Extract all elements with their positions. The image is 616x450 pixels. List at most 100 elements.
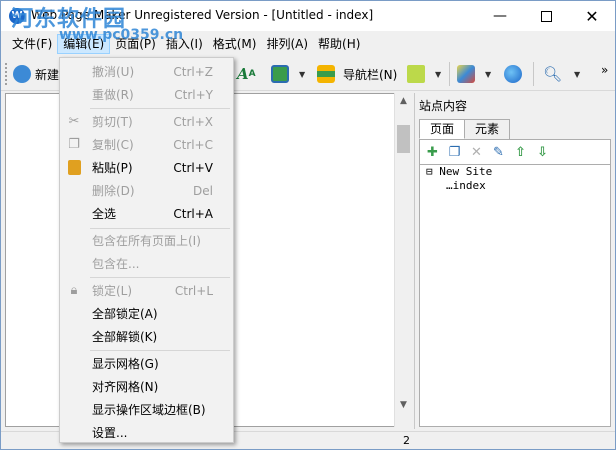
toolbar-separator-2 bbox=[533, 62, 534, 86]
move-up-icon[interactable]: ⇧ bbox=[512, 144, 529, 161]
menu-arrange[interactable]: 排列(A) bbox=[261, 34, 313, 54]
menu-item-shortcut: Ctrl+L bbox=[174, 284, 213, 298]
shape-icon bbox=[407, 65, 425, 83]
menu-item-snap-to-grid[interactable]: 对齐网格(N) bbox=[60, 376, 233, 398]
scroll-up-icon[interactable]: ▲ bbox=[395, 93, 412, 110]
copy-icon: ❐ bbox=[68, 137, 80, 152]
tree-collapse-icon[interactable]: ⊟ bbox=[426, 165, 433, 178]
zoom-dropdown-icon[interactable]: ▼ bbox=[574, 70, 580, 79]
image-dropdown-icon[interactable]: ▼ bbox=[299, 70, 305, 79]
tree-page-label: index bbox=[452, 179, 486, 192]
page-properties-icon[interactable]: ✎ bbox=[490, 144, 507, 161]
menu-item-shortcut: Ctrl+Y bbox=[174, 88, 213, 102]
menu-separator bbox=[90, 350, 230, 351]
menu-item-settings[interactable]: 设置... bbox=[60, 422, 233, 444]
menu-item-include-in[interactable]: 包含在... bbox=[60, 253, 233, 275]
menu-item-label: 锁定(L) bbox=[92, 284, 133, 298]
zoom-icon: 🔍︎ bbox=[543, 65, 563, 83]
menu-item-shortcut: Ctrl+V bbox=[173, 161, 213, 175]
close-icon: ✕ bbox=[585, 6, 599, 26]
menu-item-label: 全部锁定(A) bbox=[92, 307, 158, 321]
color-dropdown-icon[interactable]: ▼ bbox=[485, 70, 491, 79]
menu-item-copy[interactable]: ❐ 复制(C) Ctrl+C bbox=[60, 134, 233, 156]
edit-menu-dropdown: 撤消(U) Ctrl+Z 重做(R) Ctrl+Y ✂ 剪切(T) Ctrl+X ❐ 复制… bbox=[59, 57, 234, 443]
toolbar-overflow-icon[interactable]: » bbox=[601, 59, 608, 81]
menu-file[interactable]: 文件(F) bbox=[7, 34, 57, 54]
menu-item-cut[interactable]: ✂ 剪切(T) Ctrl+X bbox=[60, 111, 233, 133]
menu-item-label: 全选 bbox=[92, 207, 117, 221]
shape-dropdown-icon[interactable]: ▼ bbox=[435, 70, 441, 79]
shape-button[interactable]: ▼ bbox=[407, 63, 441, 85]
new-button-label: 新建 bbox=[35, 67, 60, 82]
tab-pages[interactable]: 页面 bbox=[419, 119, 466, 139]
toolbar-separator bbox=[449, 62, 450, 86]
canvas-vertical-scrollbar[interactable]: ▲ ▼ bbox=[394, 93, 411, 427]
menu-item-shortcut: Ctrl+A bbox=[173, 207, 213, 221]
panel-title: 站点内容 bbox=[419, 99, 468, 113]
menu-item-undo[interactable]: 撤消(U) Ctrl+Z bbox=[60, 61, 233, 83]
move-down-icon[interactable]: ⇩ bbox=[534, 144, 551, 161]
publish-button[interactable] bbox=[504, 63, 522, 85]
menu-item-show-grid[interactable]: 显示网格(G) bbox=[60, 353, 233, 375]
maximize-button[interactable] bbox=[523, 1, 569, 31]
watermark-url: www.pc0359.cn bbox=[59, 27, 184, 43]
panel-toolbar: ✚ ❐ ✕ ✎ ⇧ ⇩ bbox=[419, 139, 611, 165]
menu-item-label: 设置... bbox=[92, 426, 128, 440]
menu-format[interactable]: 格式(M) bbox=[208, 34, 262, 54]
menu-item-select-all[interactable]: 全选 Ctrl+A bbox=[60, 203, 233, 225]
minimize-button[interactable]: — bbox=[477, 1, 523, 31]
menu-item-lock-all[interactable]: 全部锁定(A) bbox=[60, 303, 233, 325]
menu-item-label: 对齐网格(N) bbox=[92, 380, 159, 394]
menu-item-label: 撤消(U) bbox=[92, 65, 135, 79]
duplicate-page-icon[interactable]: ❐ bbox=[446, 144, 463, 161]
insert-image-button[interactable]: ▼ bbox=[271, 63, 305, 85]
menu-item-include-all-pages[interactable]: 包含在所有页面上(I) bbox=[60, 230, 233, 252]
menu-separator bbox=[90, 108, 230, 109]
tree-page-item[interactable]: …index bbox=[446, 179, 486, 192]
lock-icon: 🔒︎ bbox=[70, 283, 78, 298]
new-page-icon bbox=[13, 65, 31, 83]
tab-elements[interactable]: 元素 bbox=[465, 119, 511, 139]
delete-page-icon[interactable]: ✕ bbox=[468, 144, 485, 161]
new-button[interactable]: 新建 bbox=[13, 63, 59, 85]
menu-item-show-border[interactable]: 显示操作区域边框(B) bbox=[60, 399, 233, 421]
color-picker-button[interactable]: ▼ bbox=[457, 63, 491, 85]
menu-help[interactable]: 帮助(H) bbox=[313, 34, 365, 54]
color-picker-icon bbox=[457, 65, 475, 83]
navbar-button-label: 导航栏(N) bbox=[343, 67, 398, 82]
menu-item-label: 全部解锁(K) bbox=[92, 330, 158, 344]
paste-icon bbox=[68, 160, 81, 175]
menu-item-delete[interactable]: 删除(D) Del bbox=[60, 180, 233, 202]
add-page-icon[interactable]: ✚ bbox=[424, 144, 441, 161]
menu-item-shortcut: Del bbox=[193, 184, 213, 198]
image-icon bbox=[271, 65, 289, 83]
navbar-button[interactable]: 导航栏(N) bbox=[317, 63, 397, 85]
app-window: W Web Page Maker Unregistered Version - … bbox=[0, 0, 616, 450]
menu-item-label: 包含在所有页面上(I) bbox=[92, 234, 201, 248]
maximize-icon bbox=[540, 10, 552, 22]
menu-item-redo[interactable]: 重做(R) Ctrl+Y bbox=[60, 84, 233, 106]
menu-item-label: 显示网格(G) bbox=[92, 357, 159, 371]
menu-item-label: 显示操作区域边框(B) bbox=[92, 403, 206, 417]
menu-item-label: 剪切(T) bbox=[92, 115, 133, 129]
scroll-down-icon[interactable]: ▼ bbox=[395, 397, 412, 414]
minimize-icon: — bbox=[493, 8, 507, 24]
menu-item-unlock-all[interactable]: 全部解锁(K) bbox=[60, 326, 233, 348]
toolbar-grip[interactable] bbox=[5, 63, 9, 85]
menu-item-shortcut: Ctrl+C bbox=[173, 138, 213, 152]
panel-tabs: 页面 元素 bbox=[419, 119, 511, 139]
text-style-button[interactable]: AA bbox=[237, 63, 256, 85]
tree-root-item[interactable]: ⊟ New Site bbox=[426, 165, 492, 178]
menu-item-label: 粘贴(P) bbox=[92, 161, 133, 175]
site-tree: ⊟ New Site …index bbox=[419, 165, 611, 427]
menu-item-paste[interactable]: 粘贴(P) Ctrl+V bbox=[60, 157, 233, 179]
menu-item-label: 包含在... bbox=[92, 257, 140, 271]
menu-item-lock[interactable]: 🔒︎ 锁定(L) Ctrl+L bbox=[60, 280, 233, 302]
site-content-panel: 站点内容 页面 元素 ✚ ❐ ✕ ✎ ⇧ ⇩ ⊟ New Site …index bbox=[414, 93, 614, 429]
close-button[interactable]: ✕ bbox=[569, 1, 615, 31]
scroll-thumb[interactable] bbox=[397, 125, 410, 153]
text-style-icon: A bbox=[237, 65, 249, 83]
text-style-icon-small: A bbox=[248, 69, 256, 79]
menu-separator bbox=[90, 277, 230, 278]
zoom-button[interactable]: 🔍︎ ▼ bbox=[543, 63, 580, 85]
